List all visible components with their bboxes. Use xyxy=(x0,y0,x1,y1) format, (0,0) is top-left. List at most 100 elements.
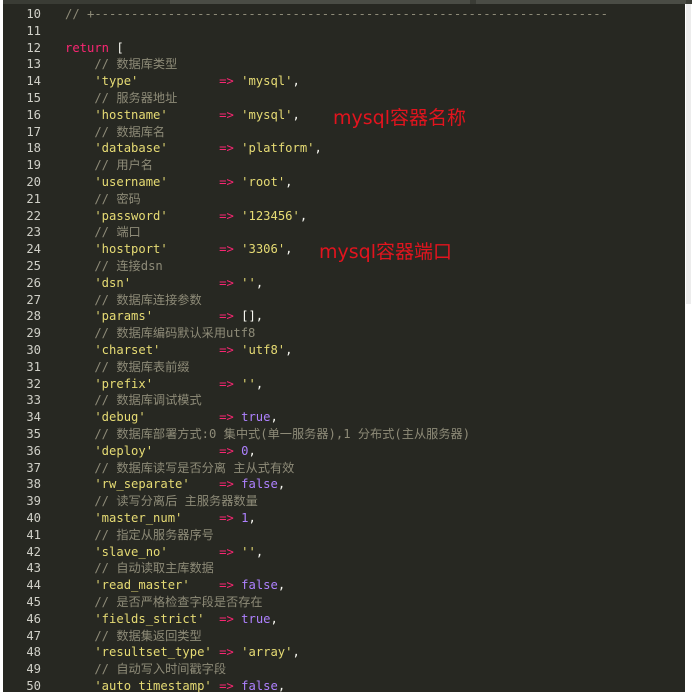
code-line[interactable]: 45 // 是否严格检查字段是否存在 xyxy=(3,594,685,611)
code-token: => xyxy=(219,477,234,492)
code-token: 'rw_separate' xyxy=(65,477,190,492)
code-text: 'fields_strict' => true, xyxy=(65,611,278,628)
code-text: // 数据库名 xyxy=(65,124,165,141)
code-line[interactable]: 15 // 服务器地址 xyxy=(3,90,685,107)
code-token: => xyxy=(219,410,234,425)
code-line[interactable]: 41 // 指定从服务器序号 xyxy=(3,527,685,544)
line-number: 25 xyxy=(26,259,41,273)
line-number: 39 xyxy=(26,494,41,509)
line-number: 19 xyxy=(26,158,41,173)
code-line[interactable]: 48 'resultset_type' => 'array', xyxy=(3,644,685,661)
code-line[interactable]: 21 // 密码 xyxy=(3,191,685,208)
code-text: 'type' => 'mysql', xyxy=(65,73,300,90)
code-text: // 数据库部署方式:0 集中式(单一服务器),1 分布式(主从服务器) xyxy=(65,426,470,443)
code-line[interactable]: 28 'params' => [], xyxy=(3,308,685,325)
code-line[interactable]: 11 xyxy=(3,23,685,40)
code-line[interactable]: 30 'charset' => 'utf8', xyxy=(3,342,685,359)
code-line[interactable]: 37 // 数据库读写是否分离 主从式有效 xyxy=(3,460,685,477)
code-line[interactable]: 42 'slave_no' => '', xyxy=(3,544,685,561)
code-line[interactable]: 38 'rw_separate' => false, xyxy=(3,476,685,493)
code-line[interactable]: 33 // 数据库调试模式 xyxy=(3,392,685,409)
code-text: 'rw_separate' => false, xyxy=(65,476,285,493)
code-line[interactable]: 26 'dsn' => '', xyxy=(3,275,685,292)
code-token: 'params' xyxy=(65,309,154,324)
code-token: // 是否严格检查字段是否存在 xyxy=(65,595,263,609)
code-token: => xyxy=(219,645,234,660)
code-editor[interactable]: 10 // +----------------------------------… xyxy=(3,4,685,692)
code-line[interactable]: 10 // +----------------------------------… xyxy=(3,6,685,23)
code-line[interactable]: 46 'fields_strict' => true, xyxy=(3,611,685,628)
line-number: 17 xyxy=(26,124,41,139)
code-line[interactable]: 14 'type' => 'mysql', xyxy=(3,73,685,90)
code-line[interactable]: 27 // 数据库连接参数 xyxy=(3,292,685,309)
code-text: 'auto_timestamp' => false, xyxy=(65,678,285,692)
code-text: // 数据库表前缀 xyxy=(65,359,190,376)
code-line[interactable]: 43 // 自动读取主库数据 xyxy=(3,560,685,577)
code-line[interactable]: 32 'prefix' => '', xyxy=(3,376,685,393)
code-line[interactable]: 39 // 读写分离后 主服务器数量 xyxy=(3,493,685,510)
code-token: 'deploy' xyxy=(65,443,154,458)
line-number: 16 xyxy=(26,107,41,122)
code-token: , xyxy=(285,343,293,357)
code-line[interactable]: 49 // 自动写入时间戳字段 xyxy=(3,661,685,678)
code-line[interactable]: 18 'database' => 'platform', xyxy=(3,140,685,157)
code-token: 'auto_timestamp' xyxy=(65,679,212,692)
code-token: 'slave_no' xyxy=(65,544,168,559)
code-token: 'fields_strict' xyxy=(65,611,205,626)
code-token: , xyxy=(285,242,293,257)
code-token: => xyxy=(219,107,234,122)
code-line[interactable]: 35 // 数据库部署方式:0 集中式(单一服务器),1 分布式(主从服务器) xyxy=(3,426,685,443)
code-line[interactable]: 13 // 数据库类型 xyxy=(3,56,685,73)
line-number: 22 xyxy=(26,208,41,223)
code-token: 'charset' xyxy=(65,343,161,357)
code-text: // 指定从服务器序号 xyxy=(65,527,214,544)
code-token: => xyxy=(219,578,234,593)
code-line[interactable]: 22 'password' => '123456', xyxy=(3,208,685,225)
code-line[interactable]: 34 'debug' => true, xyxy=(3,409,685,426)
code-text: 'username' => 'root', xyxy=(65,174,292,191)
code-text: 'hostport' => '3306', xyxy=(65,241,293,258)
code-token: false xyxy=(241,477,278,492)
code-line[interactable]: 31 // 数据库表前缀 xyxy=(3,359,685,376)
line-number: 45 xyxy=(26,595,41,609)
scrollbar-thumb[interactable] xyxy=(686,4,691,304)
code-token: false xyxy=(241,679,278,692)
code-token: => xyxy=(219,376,234,391)
line-number: 13 xyxy=(26,57,41,72)
code-token: , xyxy=(248,511,256,525)
code-line[interactable]: 23 // 端口 xyxy=(3,224,685,241)
code-text: 'password' => '123456', xyxy=(65,208,307,225)
code-token: // 数据库表前缀 xyxy=(65,359,190,374)
code-token: => xyxy=(219,611,234,626)
code-token: // 数据库名 xyxy=(65,124,166,139)
code-token: , xyxy=(299,208,308,223)
code-line[interactable]: 12 return [ xyxy=(3,40,685,57)
code-token: 'root' xyxy=(241,175,286,189)
code-text: // 用户名 xyxy=(65,157,153,174)
code-line[interactable]: 19 // 用户名 xyxy=(3,157,685,174)
code-token: // 读写分离后 主服务器数量 xyxy=(65,494,258,509)
code-token: => xyxy=(219,242,234,257)
code-line[interactable]: 50 'auto_timestamp' => false, xyxy=(3,678,685,692)
line-number: 28 xyxy=(26,309,41,324)
code-line[interactable]: 20 'username' => 'root', xyxy=(3,174,685,191)
code-token: 'hostname' xyxy=(65,107,168,122)
code-text: 'master_num' => 1, xyxy=(65,510,256,527)
code-token: , xyxy=(270,611,278,626)
code-line[interactable]: 44 'read_master' => false, xyxy=(3,577,685,594)
code-line[interactable]: 47 // 数据集返回类型 xyxy=(3,628,685,645)
code-token: 'resultset_type' xyxy=(65,645,212,660)
code-line[interactable]: 40 'master_num' => 1, xyxy=(3,510,685,527)
code-line[interactable]: 36 'deploy' => 0, xyxy=(3,443,685,460)
code-token: , xyxy=(292,107,300,122)
line-number: 46 xyxy=(26,611,41,626)
code-text: // +------------------------------------… xyxy=(65,6,608,23)
code-line[interactable]: 29 // 数据库编码默认采用utf8 xyxy=(3,325,685,342)
code-token: , xyxy=(277,477,286,492)
line-number: 47 xyxy=(26,628,41,643)
